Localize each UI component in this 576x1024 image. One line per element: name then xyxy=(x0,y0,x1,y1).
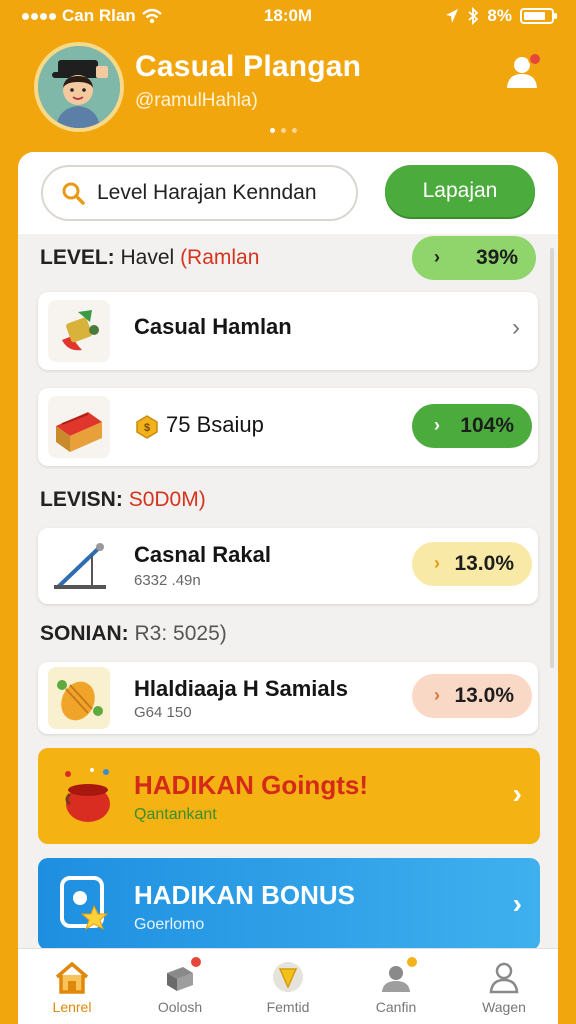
crane-icon xyxy=(48,535,110,597)
search-row: Lapajan xyxy=(18,152,558,234)
level-name: Havel xyxy=(120,246,175,269)
row-percent: 104% xyxy=(460,414,514,437)
row-subtitle: 6332 .49n xyxy=(134,572,201,589)
battery-icon xyxy=(520,8,557,24)
chevron-right-icon: › xyxy=(434,553,440,573)
promo-title: HADIKAN BONUS xyxy=(134,880,355,910)
chevron-right-icon: › xyxy=(434,415,440,435)
bonus-card-icon xyxy=(56,872,120,936)
page-title: Casual Plangan xyxy=(135,50,362,83)
row-title: Casnal Rakal xyxy=(134,542,271,567)
badge-icon xyxy=(273,962,303,992)
chevron-right-icon: › xyxy=(434,247,440,267)
profile-button[interactable] xyxy=(504,52,546,92)
person-icon xyxy=(489,962,519,994)
drum-icon xyxy=(48,667,110,729)
row-value: 75 Bsaiup xyxy=(166,412,264,437)
rocket-icon xyxy=(48,300,110,362)
wifi-icon xyxy=(141,8,162,24)
level-header-label: LEVEL: Havel (Ramlan xyxy=(40,246,259,270)
notification-badge xyxy=(407,957,417,967)
promo-card-goingts[interactable]: HADIKAN Goingts! Qantankant › xyxy=(38,748,540,844)
battery-percent: 8% xyxy=(487,6,512,25)
row-percent-badge[interactable]: › 13.0% xyxy=(412,542,532,586)
svg-text:$: $ xyxy=(144,422,150,434)
avatar-image xyxy=(38,46,120,128)
level-highlight: (Ramlan xyxy=(180,246,260,269)
promo-subtitle: Goerlomo xyxy=(134,916,205,933)
nav-label: Lenrel xyxy=(52,999,92,1015)
search-field[interactable] xyxy=(41,165,358,221)
location-icon xyxy=(446,9,459,23)
pot-icon xyxy=(56,764,120,828)
nav-label: Canfin xyxy=(375,999,417,1015)
search-icon xyxy=(62,182,85,205)
section-label-value: R3: 5025) xyxy=(134,622,227,645)
bottom-nav: Lenrel Oolosh Femtid Canfin Wagen xyxy=(18,948,558,1024)
row-title: Hlaldiaaja H Samials xyxy=(134,676,348,701)
coin-icon: $ xyxy=(136,415,158,439)
page-indicator xyxy=(270,128,297,133)
status-bar: Can Rlan 18:0M 8% xyxy=(0,0,576,32)
row-percent: 13.0% xyxy=(454,684,514,707)
signal-icon xyxy=(22,12,56,20)
nav-item-box[interactable]: Oolosh xyxy=(126,949,234,1024)
list-item[interactable]: $ 75 Bsaiup › 104% xyxy=(38,388,538,466)
list-item[interactable]: Casual Hamlan › xyxy=(38,292,538,370)
section-label-text: SONIAN: xyxy=(40,622,129,645)
carrier-label: Can Rlan xyxy=(62,6,136,25)
nav-item-home[interactable]: Lenrel xyxy=(18,949,126,1024)
chevron-right-icon: › xyxy=(512,314,520,341)
chevron-right-icon: › xyxy=(512,888,522,919)
list-item[interactable]: Hlaldiaaja H Samials G64 150 › 13.0% xyxy=(38,662,538,734)
avatar[interactable] xyxy=(34,42,124,132)
promo-subtitle: Qantankant xyxy=(134,806,217,823)
section-label-text: LEVISN: xyxy=(40,488,123,511)
promo-title: HADIKAN Goingts! xyxy=(134,770,368,800)
user-handle: @ramulHahla) xyxy=(135,90,258,111)
bluetooth-icon xyxy=(468,7,479,25)
scrollbar[interactable] xyxy=(550,248,554,668)
home-icon xyxy=(55,962,89,994)
section-label-value: S0D0M) xyxy=(128,488,206,511)
main-panel: Lapajan LEVEL: Havel (Ramlan › 39% Casua… xyxy=(18,152,558,1024)
search-input[interactable] xyxy=(97,181,347,205)
notification-badge xyxy=(528,52,542,66)
level-percent-badge[interactable]: › 39% xyxy=(412,236,536,280)
search-action-button[interactable]: Lapajan xyxy=(385,165,535,217)
nav-label: Oolosh xyxy=(157,999,203,1015)
row-title: Casual Hamlan xyxy=(134,314,292,339)
notification-badge xyxy=(191,957,201,967)
row-percent-badge[interactable]: › 13.0% xyxy=(412,674,532,718)
nav-label: Wagen xyxy=(482,999,526,1015)
chevron-right-icon: › xyxy=(434,685,440,705)
nav-label: Femtid xyxy=(266,999,310,1015)
row-percent-badge[interactable]: › 104% xyxy=(412,404,532,448)
nav-item-group[interactable]: Canfin xyxy=(342,949,450,1024)
clock: 18:0M xyxy=(263,6,313,25)
list-item[interactable]: Casnal Rakal 6332 .49n › 13.0% xyxy=(38,528,538,604)
profile-header: Casual Plangan @ramulHahla) xyxy=(0,38,576,148)
row-percent: 13.0% xyxy=(454,552,514,575)
treasure-box-icon xyxy=(48,396,110,458)
nav-item-badge[interactable]: Femtid xyxy=(234,949,342,1024)
level-percent: 39% xyxy=(475,246,518,269)
row-subtitle: G64 150 xyxy=(134,704,192,721)
level-prefix: LEVEL: xyxy=(40,246,115,269)
nav-item-person[interactable]: Wagen xyxy=(450,949,558,1024)
section-label: LEVISN: S0D0M) xyxy=(40,488,206,512)
section-label: SONIAN: R3: 5025) xyxy=(40,622,227,646)
battery-level xyxy=(524,12,545,20)
chevron-right-icon: › xyxy=(512,778,522,809)
promo-card-bonus[interactable]: HADIKAN BONUS Goerlomo › xyxy=(38,858,540,950)
